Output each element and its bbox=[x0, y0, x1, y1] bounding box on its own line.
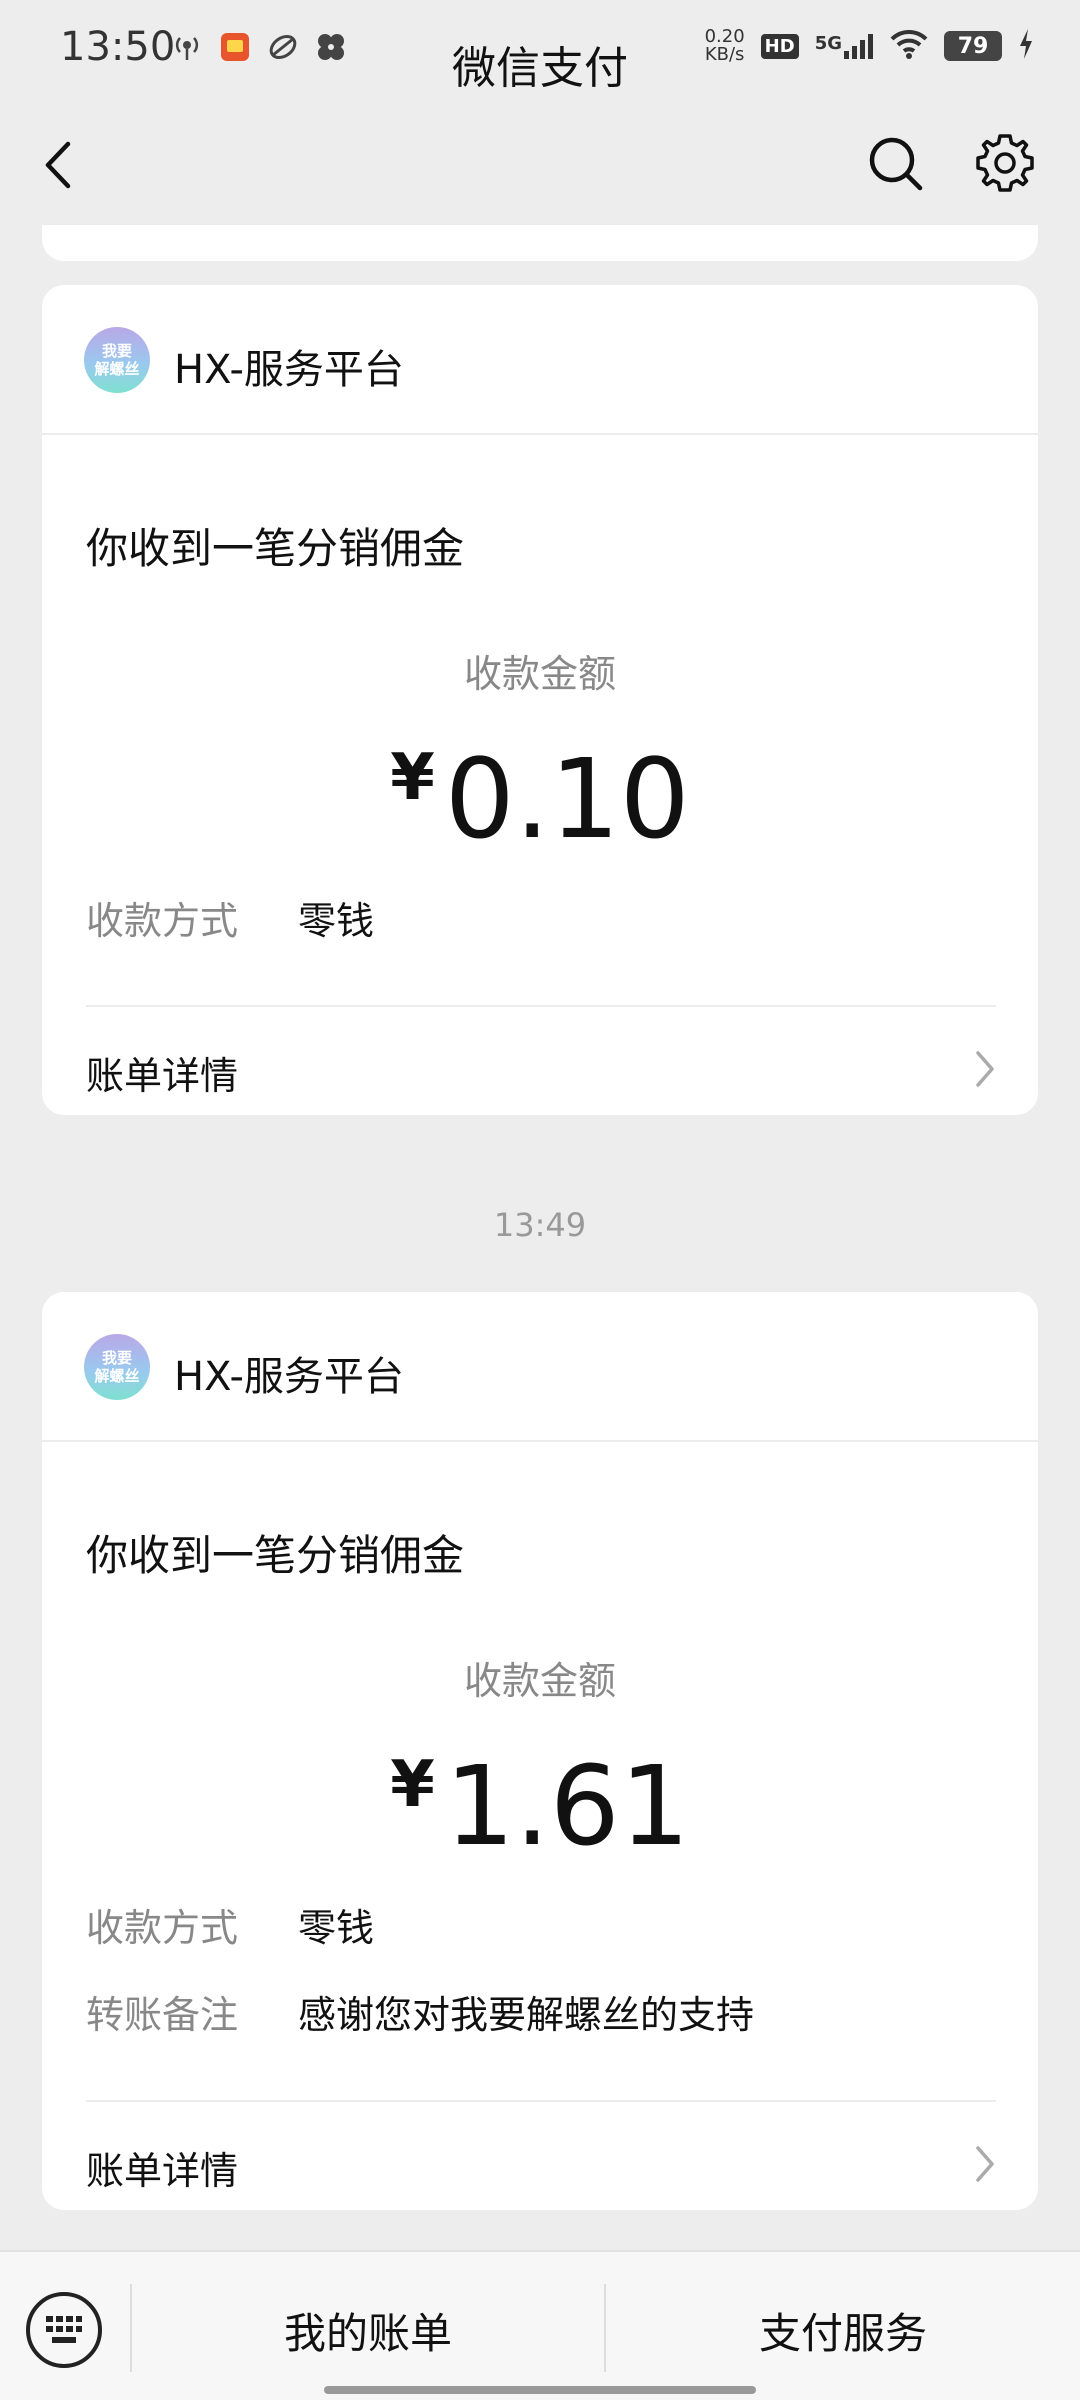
amount-value: 0.10 bbox=[444, 735, 690, 863]
settings-button[interactable] bbox=[974, 132, 1036, 194]
bill-details-link[interactable]: 账单详情 bbox=[42, 1007, 1038, 1115]
amount-label: 收款金额 bbox=[463, 652, 616, 696]
time-separator: 13:49 bbox=[493, 1206, 587, 1244]
card-header[interactable]: 我要 解螺丝 HX-服务平台 bbox=[42, 1292, 1038, 1442]
nav-bar bbox=[0, 100, 1080, 230]
message-title: 你收到一笔分销佣金 bbox=[86, 1531, 465, 1580]
gear-icon bbox=[976, 134, 1034, 192]
merchant-name: HX-服务平台 bbox=[174, 1354, 404, 1400]
keyboard-icon bbox=[46, 2316, 82, 2343]
payment-method-label: 收款方式 bbox=[86, 899, 239, 943]
payment-method-value: 零钱 bbox=[298, 1906, 375, 1950]
transfer-note-value: 感谢您对我要解螺丝的支持 bbox=[298, 1993, 755, 2037]
merchant-avatar: 我要 解螺丝 bbox=[84, 1334, 150, 1400]
bill-details-label: 账单详情 bbox=[86, 1054, 239, 1098]
amount-display: ¥1.61 bbox=[42, 1742, 1038, 1870]
my-bills-menu[interactable]: 我的账单 bbox=[132, 2300, 604, 2361]
amount-value: 1.61 bbox=[444, 1742, 690, 1870]
home-indicator[interactable] bbox=[324, 2386, 756, 2394]
currency-symbol: ¥ bbox=[390, 1748, 435, 1822]
pay-services-menu[interactable]: 支付服务 bbox=[606, 2300, 1080, 2361]
transfer-note-label: 转账备注 bbox=[86, 1993, 239, 2037]
search-button[interactable] bbox=[866, 134, 926, 194]
bill-details-link[interactable]: 账单详情 bbox=[42, 2102, 1038, 2210]
chevron-right-icon bbox=[976, 1051, 994, 1087]
payment-card: 我要 解螺丝 HX-服务平台 你收到一笔分销佣金 收款金额 ¥0.10 收款方式… bbox=[42, 285, 1038, 1115]
chevron-right-icon bbox=[976, 2146, 994, 2182]
amount-label: 收款金额 bbox=[463, 1659, 616, 1703]
payment-method-label: 收款方式 bbox=[86, 1906, 239, 1950]
avatar-text-line1: 我要 bbox=[101, 342, 132, 360]
search-icon bbox=[869, 137, 923, 191]
avatar-text-line2: 解螺丝 bbox=[94, 1367, 140, 1385]
message-title: 你收到一笔分销佣金 bbox=[86, 524, 465, 573]
payment-method-row: 收款方式 零钱 bbox=[86, 1897, 374, 1952]
bill-details-label: 账单详情 bbox=[86, 2149, 239, 2193]
amount-display: ¥0.10 bbox=[42, 735, 1038, 863]
merchant-avatar: 我要 解螺丝 bbox=[84, 327, 150, 393]
avatar-text-line1: 我要 bbox=[101, 1349, 132, 1367]
bottom-menu-bar: 我的账单 支付服务 bbox=[0, 2250, 1080, 2400]
currency-symbol: ¥ bbox=[390, 741, 435, 815]
page-title: 微信支付 bbox=[452, 43, 628, 94]
back-button[interactable] bbox=[40, 140, 80, 190]
avatar-text-line2: 解螺丝 bbox=[94, 360, 140, 378]
transfer-note-row: 转账备注 感谢您对我要解螺丝的支持 bbox=[86, 1984, 754, 2039]
back-arrow-icon bbox=[45, 141, 71, 189]
card-header[interactable]: 我要 解螺丝 HX-服务平台 bbox=[42, 285, 1038, 435]
merchant-name: HX-服务平台 bbox=[174, 347, 404, 393]
payment-method-value: 零钱 bbox=[298, 899, 375, 943]
payment-card: 我要 解螺丝 HX-服务平台 你收到一笔分销佣金 收款金额 ¥1.61 收款方式… bbox=[42, 1292, 1038, 2210]
keyboard-toggle-button[interactable] bbox=[26, 2292, 102, 2368]
previous-card-bottom bbox=[42, 225, 1038, 261]
payment-method-row: 收款方式 零钱 bbox=[86, 890, 374, 945]
